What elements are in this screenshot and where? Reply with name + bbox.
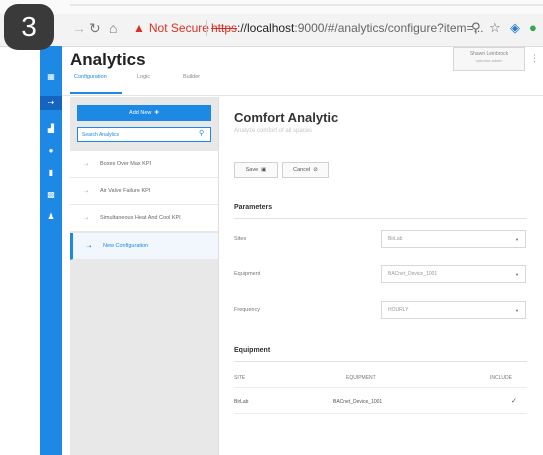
frequency-value: HOURLY	[388, 307, 409, 313]
analytic-icon: ⇢	[86, 243, 92, 250]
analytic-icon: ⇢	[83, 161, 89, 168]
save-button[interactable]: Save ▣	[234, 162, 278, 178]
section-divider	[234, 361, 527, 362]
not-secure-label: Not Secure	[148, 21, 209, 35]
step-number-badge: 3	[4, 4, 54, 50]
app-nav-rail: ▦ ⇢ ▟ ● ▮ ▩ ♟	[40, 46, 62, 455]
chart-icon[interactable]: ▟	[40, 124, 62, 133]
table-divider	[234, 413, 527, 414]
table-cell-equipment: BACnet_Device_1001	[333, 399, 383, 405]
column-header-site: SITE	[234, 375, 246, 381]
cancel-icon: ⊘	[313, 167, 318, 173]
include-checkbox[interactable]: ✓	[511, 397, 517, 405]
sites-label: Sites	[234, 236, 247, 242]
user-menu[interactable]: Shawn Leinbrock operator admin	[453, 47, 525, 71]
analytic-icon: ⇢	[83, 215, 89, 222]
more-options-icon[interactable]: ⋮	[530, 53, 539, 64]
extension-icon[interactable]: ●	[529, 20, 537, 35]
plus-icon: ✚	[154, 110, 159, 116]
url-host: ://localhost	[237, 21, 295, 35]
column-header-equipment: EQUIPMENT	[346, 375, 376, 381]
url-path: :9000/#/analytics/configure?item=...	[294, 21, 484, 35]
tab-builder[interactable]: Builder	[183, 74, 200, 80]
list-item-air-valve-failure[interactable]: ⇢ Air Valve Failure KPI	[70, 178, 218, 205]
star-icon[interactable]: ☆	[489, 20, 501, 36]
list-item-label: Air Valve Failure KPI	[100, 188, 151, 194]
cancel-label: Cancel	[293, 167, 311, 173]
list-item-label: Boxes Over Max KPI	[100, 161, 152, 167]
not-secure-indicator[interactable]: ▲ Not Secure	[133, 21, 209, 35]
cancel-button[interactable]: Cancel ⊘	[282, 162, 329, 178]
chevron-down-icon: ▼	[515, 307, 519, 313]
analytics-icon[interactable]: ⇢	[40, 96, 62, 110]
equipment-label: Equipment	[234, 271, 261, 277]
sites-value: BirLab	[388, 236, 403, 242]
dashboard-icon[interactable]: ▦	[40, 72, 62, 81]
analytic-title: Comfort Analytic	[234, 110, 339, 125]
parameters-heading: Parameters	[234, 204, 273, 211]
equipment-heading: Equipment	[234, 347, 271, 354]
magnifier-icon[interactable]: ⚲	[471, 20, 481, 36]
tab-bar	[62, 73, 543, 96]
window-top-strip	[0, 0, 543, 14]
equipment-value: BACnet_Device_1001	[388, 271, 438, 277]
active-tab-indicator	[70, 92, 122, 94]
warning-triangle-icon: ▲	[133, 21, 145, 35]
tab-logic[interactable]: Logic	[137, 74, 150, 80]
add-new-label: Add New	[129, 110, 152, 116]
list-item-label: Simultaneous Heat And Cool KPI	[100, 215, 181, 221]
sites-select[interactable]: BirLab ▼	[381, 230, 526, 248]
chevron-down-icon: ▼	[515, 236, 519, 242]
back-arrow-icon[interactable]: →	[72, 20, 86, 36]
user-name: Shawn Leinbrock	[469, 51, 509, 57]
analytic-icon: ⇢	[83, 188, 89, 195]
list-item-boxes-over-max[interactable]: ⇢ Boxes Over Max KPI	[70, 151, 218, 178]
tab-configuration[interactable]: Configuration	[74, 74, 107, 80]
save-label: Save	[245, 167, 259, 173]
url-separator	[206, 20, 207, 36]
document-icon[interactable]: ▮	[40, 168, 62, 177]
table-cell-site: BirLab	[234, 399, 249, 405]
home-icon[interactable]: ⌂	[109, 20, 117, 36]
save-icon: ▣	[261, 167, 267, 173]
list-item-new-configuration[interactable]: ⇢ New Configuration	[70, 233, 218, 260]
url-scheme: https	[211, 21, 238, 35]
chevron-down-icon: ▼	[515, 271, 519, 277]
user-icon[interactable]: ♟	[40, 212, 62, 221]
frequency-select[interactable]: HOURLY ▼	[381, 301, 526, 319]
search-icon[interactable]: ⚲	[199, 129, 204, 137]
building-icon[interactable]: ▩	[40, 190, 62, 199]
section-divider	[234, 218, 527, 219]
analytic-description: Analyze comfort of all spaces	[234, 128, 313, 134]
extension-icon[interactable]: ◈	[510, 20, 520, 36]
search-analytics-input[interactable]	[77, 127, 211, 142]
user-role: operator admin	[475, 58, 503, 63]
location-icon[interactable]: ●	[40, 146, 62, 155]
url-bar[interactable]: https://localhost:9000/#/analytics/confi…	[211, 21, 484, 35]
frequency-label: Frequency	[234, 307, 260, 313]
list-item-simultaneous-heat-cool[interactable]: ⇢ Simultaneous Heat And Cool KPI	[70, 205, 218, 232]
table-divider	[234, 387, 527, 388]
reload-icon[interactable]: ↻	[89, 20, 101, 37]
column-header-include: INCLUDE	[490, 375, 512, 381]
add-new-button[interactable]: Add New ✚	[77, 105, 211, 121]
list-item-label: New Configuration	[103, 243, 149, 249]
equipment-select[interactable]: BACnet_Device_1001 ▼	[381, 265, 526, 283]
page-title: Analytics	[70, 50, 146, 69]
